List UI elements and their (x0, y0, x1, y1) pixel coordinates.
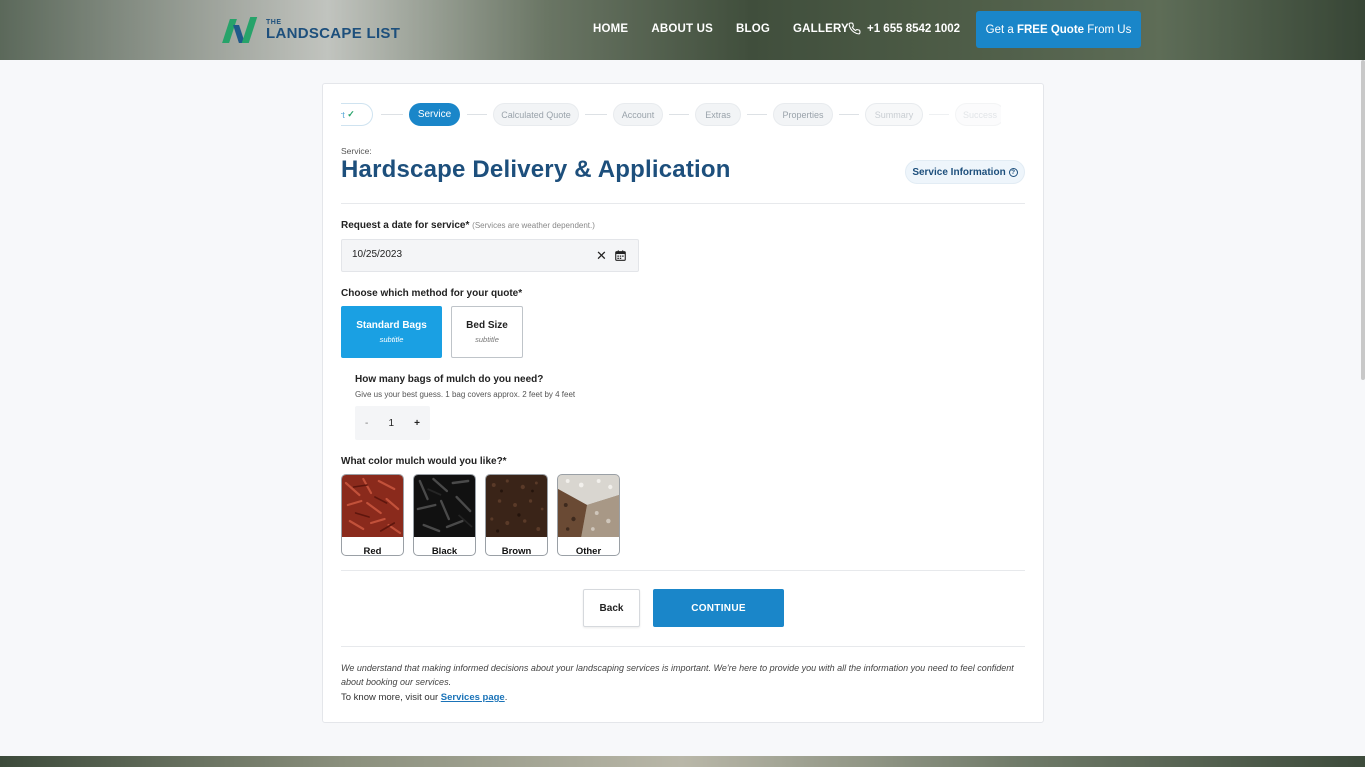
step-summary[interactable]: Summary (865, 103, 923, 126)
color-option-red[interactable]: Red (341, 474, 404, 556)
step-start[interactable]: rt ✓ (341, 103, 373, 126)
color-option-other[interactable]: Other (557, 474, 620, 556)
increment-button[interactable]: + (414, 418, 420, 429)
calendar-icon[interactable] (615, 250, 626, 261)
date-input[interactable] (352, 249, 552, 260)
bags-question: How many bags of mulch do you need? (355, 374, 544, 385)
check-icon: ✓ (347, 109, 355, 119)
info-icon: ? (1008, 167, 1018, 177)
back-button[interactable]: Back (583, 589, 640, 627)
free-quote-button[interactable]: Get a FREE Quote From Us (976, 11, 1141, 48)
services-page-link[interactable]: Services page (441, 692, 505, 703)
swatch-label: Black (431, 546, 458, 556)
clear-date-icon[interactable]: ✕ (596, 248, 607, 264)
divider (341, 646, 1025, 647)
main-nav: HOME ABOUT US BLOG GALLERY (593, 23, 872, 35)
divider (341, 203, 1025, 204)
phone-number: +1 655 8542 1002 (867, 22, 961, 35)
step-account[interactable]: Account (613, 103, 663, 126)
page-title: Hardscape Delivery & Application (341, 156, 731, 183)
brown-mulch-image (486, 475, 547, 537)
site-logo[interactable]: THE LANDSCAPE LIST (222, 17, 401, 43)
booking-card: rt ✓ Service Calculated Quote Account Ex… (322, 83, 1044, 723)
swatch-label: Other (575, 546, 602, 556)
logo-main-text: LANDSCAPE LIST (266, 24, 401, 42)
divider (341, 570, 1025, 571)
service-label: Service: (341, 146, 372, 156)
service-information-button[interactable]: Service Information? (905, 160, 1025, 184)
footer-note: We understand that making informed decis… (341, 663, 1014, 687)
method-standard-bags[interactable]: Standard Bags subtitle (341, 306, 442, 358)
quantity-stepper: - 1 + (355, 406, 430, 440)
color-option-brown[interactable]: Brown (485, 474, 548, 556)
logo-mark-icon (222, 17, 262, 43)
step-extras[interactable]: Extras (695, 103, 741, 126)
method-label: Choose which method for your quote* (341, 288, 523, 299)
page-scrollbar[interactable] (1361, 60, 1365, 380)
footer-background (0, 756, 1365, 767)
step-calculated-quote[interactable]: Calculated Quote (493, 103, 579, 126)
nav-about-us[interactable]: ABOUT US (651, 23, 713, 35)
nav-gallery[interactable]: GALLERY (793, 23, 849, 35)
nav-home[interactable]: HOME (593, 23, 628, 35)
site-header: THE LANDSCAPE LIST HOME ABOUT US BLOG GA… (0, 0, 1365, 60)
red-mulch-image (342, 475, 403, 537)
bags-hint: Give us your best guess. 1 bag covers ap… (355, 390, 576, 399)
phone-link[interactable]: +1 655 8542 1002 (848, 22, 960, 35)
continue-button[interactable]: CONTINUE (653, 589, 784, 627)
other-mulch-image (558, 475, 619, 537)
date-label: Request a date for service* (Services ar… (341, 220, 595, 231)
progress-stepper: rt ✓ Service Calculated Quote Account Ex… (341, 103, 1001, 127)
step-properties[interactable]: Properties (773, 103, 833, 126)
black-mulch-image (414, 475, 475, 537)
color-option-black[interactable]: Black (413, 474, 476, 556)
quantity-value[interactable]: 1 (388, 418, 394, 429)
swatch-label: Brown (501, 546, 532, 556)
step-service[interactable]: Service (409, 103, 460, 126)
color-label: What color mulch would you like?* (341, 456, 507, 467)
footer-more: To know more, visit our Services page. (341, 692, 508, 703)
nav-blog[interactable]: BLOG (736, 23, 770, 35)
method-bed-size[interactable]: Bed Size subtitle (451, 306, 523, 358)
service-date-field[interactable]: ✕ (341, 239, 639, 272)
decrement-button[interactable]: - (365, 418, 368, 429)
swatch-label: Red (363, 546, 382, 556)
step-success[interactable]: Success (955, 103, 1001, 126)
phone-icon (848, 22, 861, 35)
